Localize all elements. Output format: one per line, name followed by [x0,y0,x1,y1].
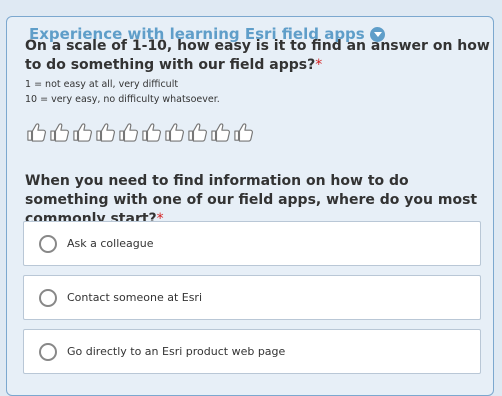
question-1-text: On a scale of 1-10, how easy is it to fi… [25,38,490,73]
question-2-text: When you need to find information on how… [25,173,478,227]
question-1-description: 1 = not easy at all, very difficult 10 =… [25,77,220,107]
option-ask-colleague[interactable]: Ask a colleague [23,221,481,266]
radio-button[interactable] [39,234,57,253]
thumbs-up-icon[interactable] [26,122,48,142]
rating-control [26,122,255,142]
thumbs-up-icon[interactable] [118,122,140,142]
thumbs-up-icon[interactable] [95,122,117,142]
thumbs-up-icon[interactable] [72,122,94,142]
description-line: 10 = very easy, no difficulty whatsoever… [25,94,220,105]
option-label: Ask a colleague [67,237,154,250]
option-contact-esri[interactable]: Contact someone at Esri [23,275,481,320]
description-line: 1 = not easy at all, very difficult [25,79,179,90]
thumbs-up-icon[interactable] [233,122,255,142]
thumbs-up-icon[interactable] [141,122,163,142]
question-1-title: On a scale of 1-10, how easy is it to fi… [25,37,495,75]
required-marker: * [315,57,323,73]
thumbs-up-icon[interactable] [210,122,232,142]
thumbs-up-icon[interactable] [187,122,209,142]
thumbs-up-icon[interactable] [164,122,186,142]
option-label: Go directly to an Esri product web page [67,345,286,358]
thumbs-up-icon[interactable] [49,122,71,142]
radio-button[interactable] [39,288,57,307]
option-label: Contact someone at Esri [67,291,203,304]
option-product-web-page[interactable]: Go directly to an Esri product web page [23,329,481,374]
radio-button[interactable] [39,342,57,361]
